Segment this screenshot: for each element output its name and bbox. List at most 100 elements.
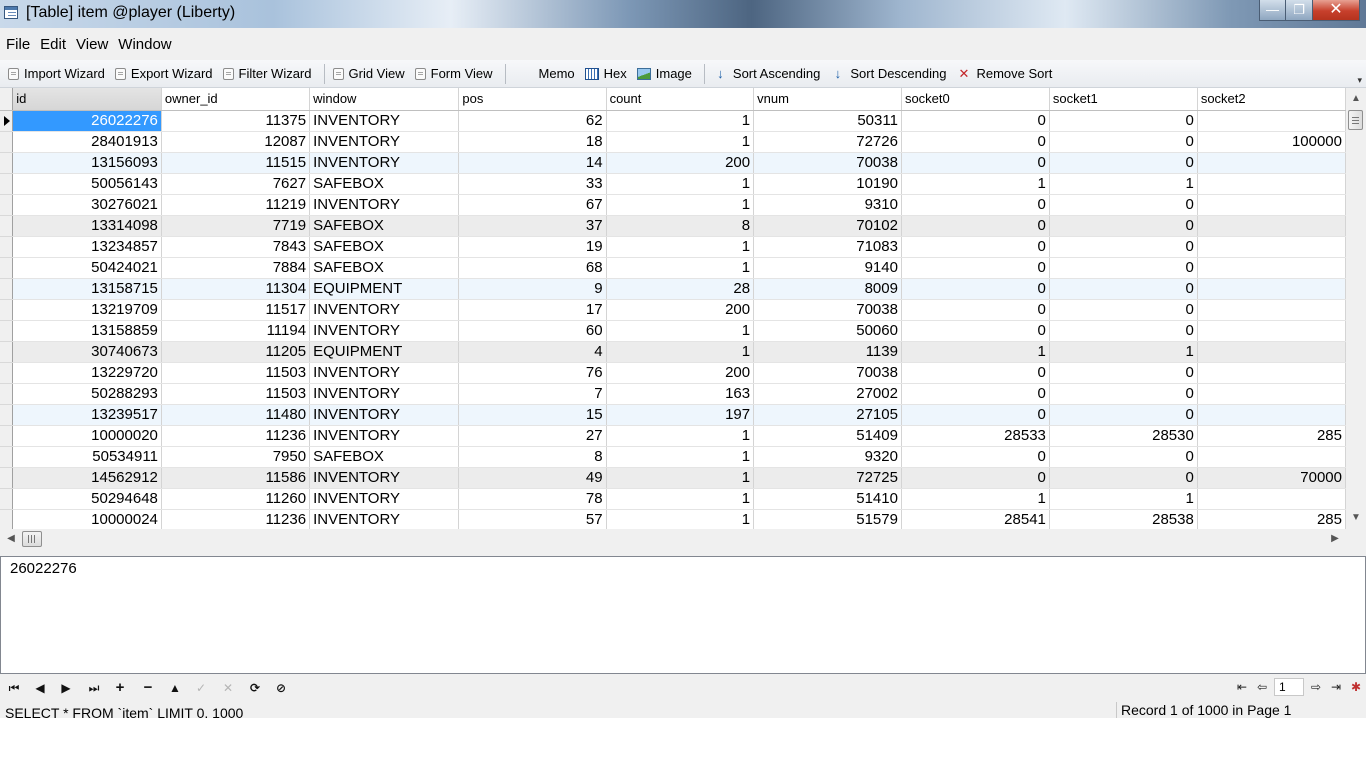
row-indicator[interactable]: [0, 194, 14, 216]
cell-id[interactable]: 13156093: [12, 152, 162, 174]
cell-owner-id[interactable]: 11517: [161, 299, 311, 321]
cell-id[interactable]: 14562912: [12, 467, 162, 489]
cell-count[interactable]: 1: [606, 425, 755, 447]
cell-socket1[interactable]: 0: [1049, 257, 1198, 279]
cell-pos[interactable]: 62: [458, 110, 607, 132]
cell-socket2[interactable]: [1197, 383, 1346, 405]
remove-sort-button[interactable]: ✕ Remove Sort: [956, 66, 1053, 81]
cell-id[interactable]: 50534911: [12, 446, 162, 468]
cell-count[interactable]: 200: [606, 152, 755, 174]
cell-socket1[interactable]: 1: [1049, 488, 1198, 510]
toolbar-overflow-icon[interactable]: ▾: [1357, 75, 1362, 86]
column-header-socket1[interactable]: socket1: [1049, 88, 1198, 111]
cell-socket2[interactable]: [1197, 320, 1346, 342]
cell-owner-id[interactable]: 11515: [161, 152, 311, 174]
cell-socket1[interactable]: 0: [1049, 320, 1198, 342]
image-button[interactable]: Image: [636, 66, 692, 81]
column-header-id[interactable]: id: [12, 88, 162, 111]
cell-socket2[interactable]: [1197, 341, 1346, 363]
table-row[interactable]: 13158859 11194 INVENTORY 60 1 50060 0 0: [0, 320, 1346, 342]
cell-owner-id[interactable]: 12087: [161, 131, 311, 153]
cell-socket2[interactable]: [1197, 257, 1346, 279]
cell-socket1[interactable]: 0: [1049, 215, 1198, 237]
cell-window[interactable]: INVENTORY: [309, 467, 460, 489]
cell-socket0[interactable]: 0: [901, 215, 1050, 237]
cell-pos[interactable]: 7: [458, 383, 607, 405]
table-row[interactable]: 30276021 11219 INVENTORY 67 1 9310 0 0: [0, 194, 1346, 216]
cell-id[interactable]: 30740673: [12, 341, 162, 363]
cell-count[interactable]: 163: [606, 383, 755, 405]
row-indicator[interactable]: [0, 257, 14, 279]
table-row[interactable]: 13158715 11304 EQUIPMENT 9 28 8009 0 0: [0, 278, 1346, 300]
cell-socket0[interactable]: 0: [901, 320, 1050, 342]
cell-window[interactable]: INVENTORY: [309, 362, 460, 384]
table-row[interactable]: 50294648 11260 INVENTORY 78 1 51410 1 1: [0, 488, 1346, 510]
cell-socket0[interactable]: 0: [901, 404, 1050, 426]
cell-owner-id[interactable]: 11375: [161, 110, 311, 132]
cell-socket0[interactable]: 28541: [901, 509, 1050, 529]
row-indicator[interactable]: [0, 215, 14, 237]
cell-owner-id[interactable]: 7719: [161, 215, 311, 237]
menu-window[interactable]: Window: [118, 36, 171, 53]
cell-vnum[interactable]: 27105: [753, 404, 902, 426]
cancel-edit-icon[interactable]: ✕: [217, 678, 239, 698]
row-indicator[interactable]: [0, 467, 14, 489]
cell-socket2[interactable]: [1197, 404, 1346, 426]
cell-window[interactable]: INVENTORY: [309, 509, 460, 529]
cell-pos[interactable]: 14: [458, 152, 607, 174]
cell-socket0[interactable]: 1: [901, 173, 1050, 195]
cell-id[interactable]: 28401913: [12, 131, 162, 153]
grid-view-button[interactable]: Grid View: [332, 66, 405, 81]
filter-wizard-button[interactable]: Filter Wizard: [222, 66, 312, 81]
column-header-socket0[interactable]: socket0: [901, 88, 1050, 111]
cell-pos[interactable]: 18: [458, 131, 607, 153]
cell-vnum[interactable]: 1139: [753, 341, 902, 363]
cell-socket1[interactable]: 0: [1049, 383, 1198, 405]
cell-id[interactable]: 13314098: [12, 215, 162, 237]
cell-socket1[interactable]: 0: [1049, 110, 1198, 132]
cell-id[interactable]: 10000024: [12, 509, 162, 529]
cell-count[interactable]: 1: [606, 131, 755, 153]
cell-socket0[interactable]: 0: [901, 152, 1050, 174]
page-number-field[interactable]: 1: [1274, 678, 1304, 696]
insert-record-icon[interactable]: +: [109, 678, 131, 698]
row-indicator[interactable]: [0, 383, 14, 405]
cell-pos[interactable]: 27: [458, 425, 607, 447]
last-page-icon[interactable]: ⇥: [1326, 680, 1346, 694]
cell-pos[interactable]: 9: [458, 278, 607, 300]
cell-owner-id[interactable]: 11503: [161, 383, 311, 405]
cell-owner-id[interactable]: 11586: [161, 467, 311, 489]
cell-vnum[interactable]: 8009: [753, 278, 902, 300]
cell-vnum[interactable]: 27002: [753, 383, 902, 405]
cell-pos[interactable]: 8: [458, 446, 607, 468]
cell-socket1[interactable]: 1: [1049, 341, 1198, 363]
cell-vnum[interactable]: 50060: [753, 320, 902, 342]
minimize-button[interactable]: —: [1259, 0, 1286, 21]
table-row[interactable]: 13239517 11480 INVENTORY 15 197 27105 0 0: [0, 404, 1346, 426]
table-row[interactable]: 10000020 11236 INVENTORY 27 1 51409 28533 28530…: [0, 425, 1346, 447]
cell-socket2[interactable]: 285: [1197, 509, 1346, 529]
form-view-button[interactable]: Form View: [414, 66, 493, 81]
cell-socket0[interactable]: 0: [901, 467, 1050, 489]
cell-id[interactable]: 50294648: [12, 488, 162, 510]
refresh-icon[interactable]: ⟳: [244, 678, 266, 698]
cell-vnum[interactable]: 50311: [753, 110, 902, 132]
table-row[interactable]: 30740673 11205 EQUIPMENT 4 1 1139 1 1: [0, 341, 1346, 363]
cell-count[interactable]: 8: [606, 215, 755, 237]
cell-window[interactable]: SAFEBOX: [309, 173, 460, 195]
cell-pos[interactable]: 57: [458, 509, 607, 529]
cell-owner-id[interactable]: 11219: [161, 194, 311, 216]
first-page-icon[interactable]: ⇤: [1232, 680, 1252, 694]
cell-socket1[interactable]: 0: [1049, 152, 1198, 174]
scroll-left-icon[interactable]: ◀: [2, 529, 20, 549]
cell-count[interactable]: 1: [606, 173, 755, 195]
cell-id[interactable]: 50288293: [12, 383, 162, 405]
column-header-window[interactable]: window: [309, 88, 460, 111]
cell-socket2[interactable]: [1197, 278, 1346, 300]
cell-vnum[interactable]: 9320: [753, 446, 902, 468]
cell-vnum[interactable]: 51410: [753, 488, 902, 510]
cell-socket2[interactable]: [1197, 215, 1346, 237]
cell-owner-id[interactable]: 7843: [161, 236, 311, 258]
cell-socket1[interactable]: 0: [1049, 467, 1198, 489]
cell-socket1[interactable]: 0: [1049, 362, 1198, 384]
